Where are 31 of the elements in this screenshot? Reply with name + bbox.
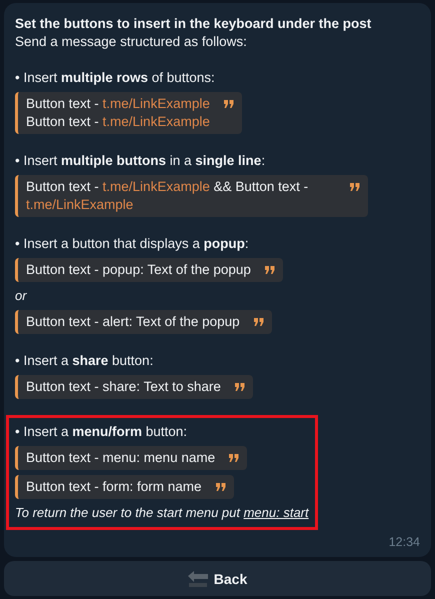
quote-icon [216,483,226,491]
code-line: Button text - t.me/LinkExample [26,113,210,131]
back-button[interactable]: Back [4,561,431,596]
message-title: Set the buttons to insert in the keyboard under the post [15,15,372,33]
code-line: Button text - popup: Text of the popup [26,261,251,279]
section-heading: • Insert multiple buttons in a single line: [15,152,266,170]
quote-icon [224,100,234,108]
code-line: Button text - form: form name [26,478,202,496]
code-line: Button text - alert: Text of the popup [26,313,240,331]
code-line: Button text - share: Text to share [26,378,221,396]
note-text: or [15,287,27,305]
section-heading: • Insert a button that displays a popup: [15,235,249,253]
code-line: Button text - t.me/LinkExample [26,95,210,113]
quote-icon [234,383,245,391]
quote-icon [350,183,360,191]
link[interactable]: t.me/LinkExample [102,96,210,111]
message-time: 12:34 [388,535,420,549]
back-arrow-icon [188,570,208,586]
section-heading: • Insert multiple rows of buttons: [15,69,215,87]
code-line: Button text - t.me/LinkExample && Button text - t.me/LinkExample [26,178,310,214]
quote-icon [264,266,275,274]
link[interactable]: t.me/LinkExample [102,114,210,129]
section-heading: • Insert a menu/form button: [15,423,188,441]
link[interactable]: t.me/LinkExample [102,179,210,194]
message-subtitle: Send a message structured as follows: [15,33,248,51]
quote-icon [229,454,240,462]
code-line: Button text - menu: menu name [26,449,216,467]
section-heading: • Insert a share button: [15,352,154,370]
quote-icon [254,318,264,326]
note-text: To return the user to the start menu put menu: start [15,504,309,522]
link[interactable]: t.me/LinkExample [26,197,134,212]
